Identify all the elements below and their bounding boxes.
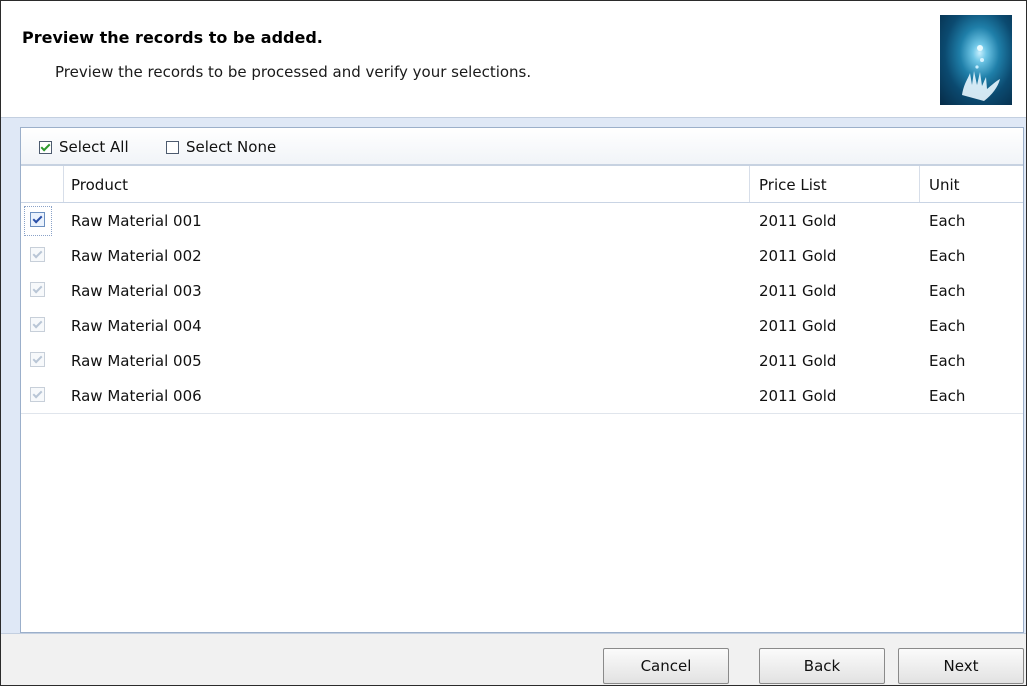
price-list-cell: 2011 Gold: [759, 212, 837, 230]
row-checkbox[interactable]: [30, 387, 45, 402]
table-row[interactable]: Raw Material 002 2011 Gold Each: [21, 238, 1023, 274]
select-none-label: Select None: [186, 138, 277, 156]
product-cell: Raw Material 006: [71, 387, 202, 405]
row-checkbox[interactable]: [30, 317, 45, 332]
product-cell: Raw Material 005: [71, 352, 202, 370]
page-subtitle: Preview the records to be processed and …: [55, 63, 532, 81]
hand-light-icon: [940, 15, 1012, 105]
row-checkbox[interactable]: [30, 282, 45, 297]
product-cell: Raw Material 003: [71, 282, 202, 300]
unit-cell: Each: [929, 317, 966, 335]
cancel-button[interactable]: Cancel: [603, 648, 729, 684]
column-divider: [749, 166, 750, 202]
price-list-cell: 2011 Gold: [759, 282, 837, 300]
unit-cell: Each: [929, 247, 966, 265]
row-checkbox[interactable]: [30, 247, 45, 262]
preview-dialog: Preview the records to be added. Preview…: [0, 0, 1027, 686]
table-row[interactable]: Raw Material 004 2011 Gold Each: [21, 308, 1023, 344]
table-row[interactable]: Raw Material 003 2011 Gold Each: [21, 273, 1023, 309]
content-area: Select All Select None Product Price Lis…: [1, 117, 1026, 634]
back-button[interactable]: Back: [759, 648, 885, 684]
unit-cell: Each: [929, 352, 966, 370]
select-none-box-icon: [166, 140, 179, 154]
unit-cell: Each: [929, 282, 966, 300]
column-divider: [63, 166, 64, 202]
select-all-checkbox[interactable]: Select All: [39, 138, 129, 156]
price-list-cell: 2011 Gold: [759, 317, 837, 335]
select-none-checkbox[interactable]: Select None: [166, 138, 276, 156]
column-header-product[interactable]: Product: [71, 176, 128, 194]
price-list-cell: 2011 Gold: [759, 387, 837, 405]
dialog-header: Preview the records to be added. Preview…: [1, 1, 1026, 117]
table-row[interactable]: Raw Material 005 2011 Gold Each: [21, 343, 1023, 379]
table-row[interactable]: Raw Material 006 2011 Gold Each: [21, 378, 1023, 414]
dialog-footer: Cancel Back Next: [1, 633, 1026, 685]
column-divider: [919, 166, 920, 202]
grid-header-row: Product Price List Unit: [21, 166, 1023, 203]
column-header-unit[interactable]: Unit: [929, 176, 960, 194]
row-checkbox[interactable]: [30, 352, 45, 367]
select-all-label: Select All: [59, 138, 129, 156]
row-checkbox[interactable]: [30, 212, 45, 227]
product-cell: Raw Material 004: [71, 317, 202, 335]
grid-toolbar: Select All Select None: [21, 128, 1023, 166]
column-header-price-list[interactable]: Price List: [759, 176, 827, 194]
table-row[interactable]: Raw Material 001 2011 Gold Each: [21, 203, 1023, 239]
product-cell: Raw Material 001: [71, 212, 202, 230]
page-title: Preview the records to be added.: [22, 28, 323, 47]
unit-cell: Each: [929, 387, 966, 405]
records-grid: Select All Select None Product Price Lis…: [20, 127, 1024, 633]
price-list-cell: 2011 Gold: [759, 247, 837, 265]
next-button[interactable]: Next: [898, 648, 1024, 684]
price-list-cell: 2011 Gold: [759, 352, 837, 370]
unit-cell: Each: [929, 212, 966, 230]
product-cell: Raw Material 002: [71, 247, 202, 265]
select-all-check-icon: [39, 140, 52, 154]
